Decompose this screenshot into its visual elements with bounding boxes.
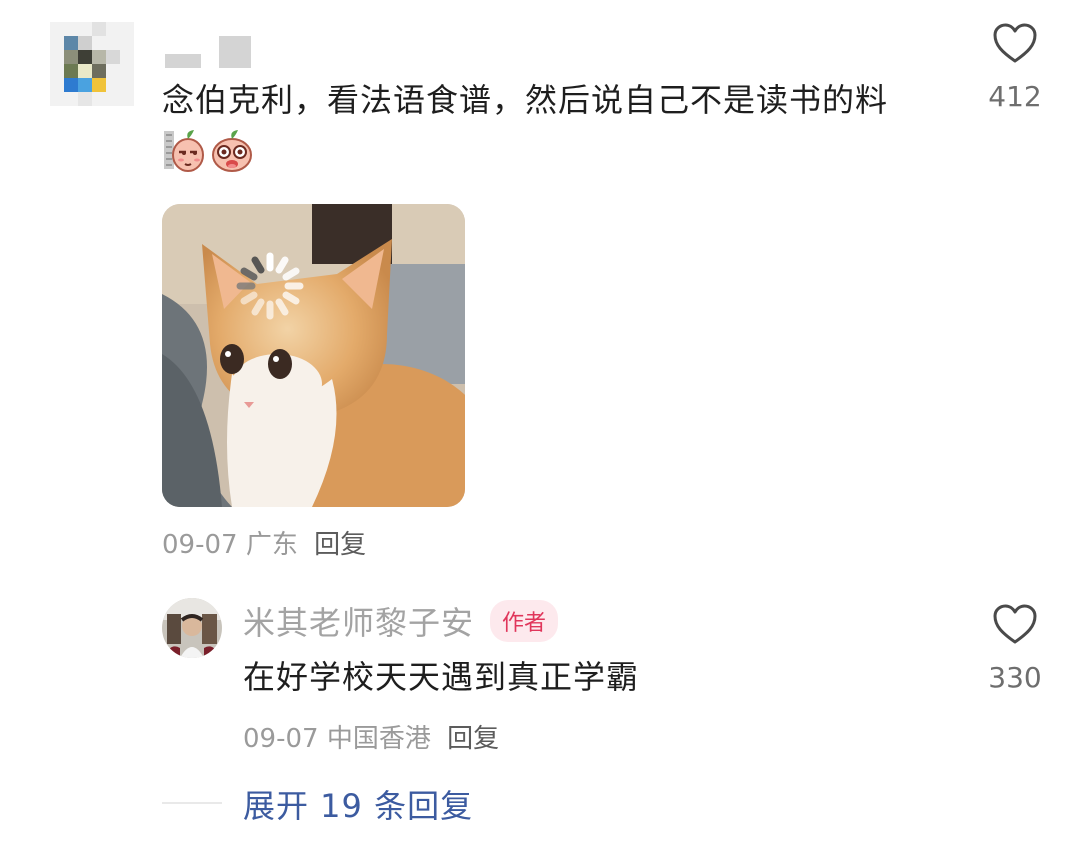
reply-like-control[interactable]: 330: [970, 603, 1060, 694]
reply-avatar[interactable]: [162, 598, 222, 658]
comment-text: 念伯克利，看法语食谱，然后说自己不是读书的料: [162, 81, 889, 119]
like-control[interactable]: 412: [970, 22, 1060, 113]
reply-like-count: 330: [988, 661, 1042, 694]
like-count: 412: [988, 80, 1042, 113]
comment-location: 广东: [245, 530, 298, 560]
reply-button[interactable]: 回复: [314, 530, 366, 560]
reply-meta: 09-07 中国香港 回复: [243, 718, 499, 755]
comment-date: 09-07: [162, 530, 238, 560]
heart-icon[interactable]: [992, 22, 1038, 64]
reply-text: 在好学校天天遇到真正学霸: [243, 658, 640, 696]
side-eye-peach-emoji: [164, 130, 204, 172]
redaction-block: [219, 36, 251, 68]
divider: [162, 802, 222, 804]
reply-header: 米其老师黎子安 作者: [243, 598, 559, 644]
user-avatar[interactable]: [50, 22, 134, 106]
expand-replies-link[interactable]: 展开 19 条回复: [243, 781, 473, 827]
author-badge: 作者: [490, 600, 559, 642]
heart-icon[interactable]: [992, 603, 1038, 645]
username-redacted[interactable]: [165, 36, 251, 68]
reply-author-name[interactable]: 米其老师黎子安: [243, 598, 474, 644]
emoji-row: [162, 127, 254, 173]
reply-reply-button[interactable]: 回复: [447, 724, 499, 754]
kitten-photo: [162, 204, 465, 507]
comment-meta: 09-07 广东 回复: [162, 524, 366, 561]
comment-image[interactable]: [162, 204, 465, 507]
drooling-peach-emoji: [212, 130, 252, 172]
reply-location: 中国香港: [326, 724, 431, 754]
redaction-block: [165, 54, 201, 68]
reply-date: 09-07: [243, 724, 319, 754]
